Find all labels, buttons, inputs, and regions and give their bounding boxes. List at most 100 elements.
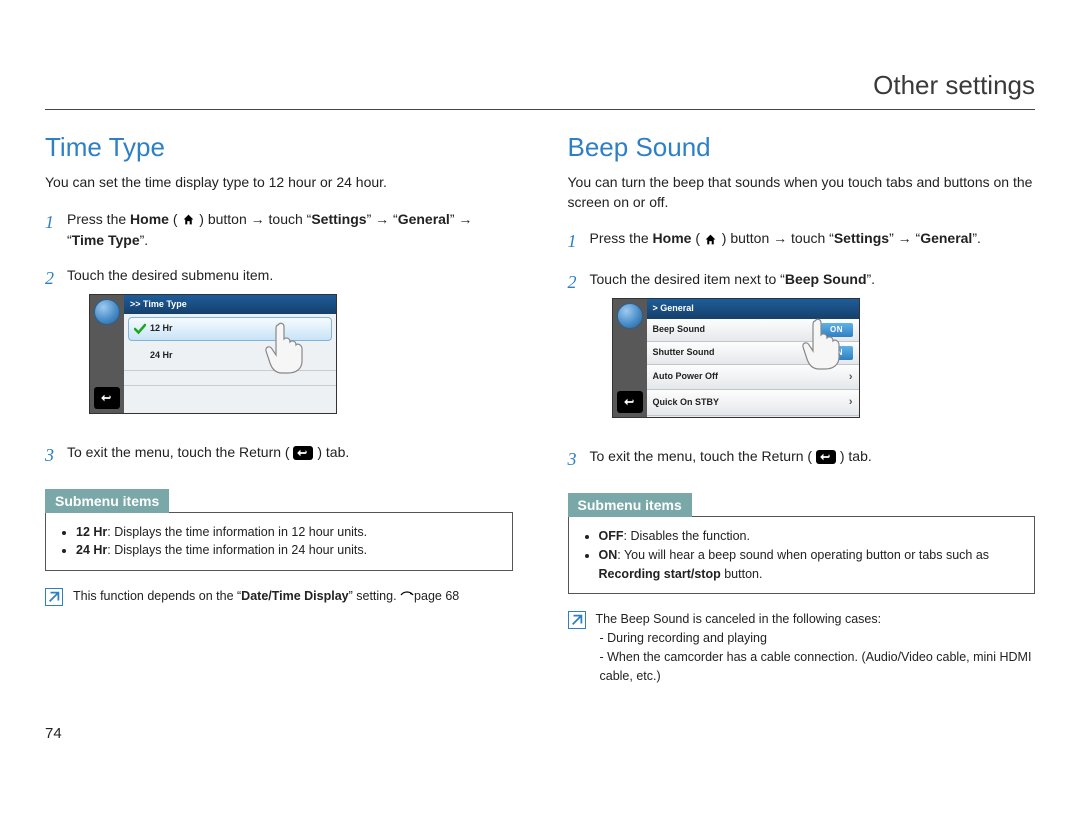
chevron-right-icon: › <box>849 369 853 386</box>
toggle-on: ON <box>821 323 853 337</box>
screenshot-row-shutter: Shutter Sound ON <box>647 342 859 365</box>
page-ref-icon <box>400 587 414 597</box>
submenu-24hr-label: 24 Hr <box>76 543 107 557</box>
submenu-12hr-label: 12 Hr <box>76 525 107 539</box>
step-2: Touch the desired submenu item. >> Time … <box>45 265 513 428</box>
submenu-12hr-text: : Displays the time information in 12 ho… <box>107 525 367 539</box>
home-icon <box>181 213 195 227</box>
intro-text: You can set the time display type to 12 … <box>45 173 513 193</box>
screenshot-row-quickonstby: Quick On STBY › <box>647 390 859 416</box>
home-icon <box>704 232 718 246</box>
step3-text-b: ) tab. <box>313 444 349 460</box>
step2-text-a: Touch the desired item next to “ <box>590 271 785 287</box>
step-1: Press the Home ( ) button → touch “Setti… <box>568 228 1036 255</box>
step2-beep-label: Beep Sound <box>785 271 867 287</box>
step1-text-b: ( <box>169 211 181 227</box>
step1-general-label: General <box>920 230 972 246</box>
intro-text: You can turn the beep that sounds when y… <box>568 173 1036 212</box>
screenshot-header: >> Time Type <box>124 295 336 315</box>
submenu-on-text3: button. <box>721 567 763 581</box>
submenu-items-label: Submenu items <box>45 489 169 513</box>
return-icon <box>816 450 836 464</box>
screenshot-time-type: >> Time Type 12 Hr 24 Hr <box>89 294 337 414</box>
screenshot-main: > General Beep Sound ON Shutter Sound ON <box>647 299 859 417</box>
screenshot-row-autopoweroff: Auto Power Off › <box>647 365 859 391</box>
step1-text-b: ( <box>691 230 703 246</box>
back-icon <box>617 391 643 413</box>
submenu-on-text2: Recording start/stop <box>599 567 721 581</box>
right-column: Beep Sound You can turn the beep that so… <box>568 132 1036 685</box>
screenshot-row-beep: Beep Sound ON <box>647 319 859 342</box>
step1-text-e: ”. <box>972 230 981 246</box>
step2-text: Touch the desired submenu item. <box>67 267 273 283</box>
page-title: Other settings <box>45 70 1035 110</box>
step1-settings-label: Settings <box>834 230 889 246</box>
note-line-1: The Beep Sound is canceled in the follow… <box>596 610 1036 629</box>
return-icon <box>293 446 313 460</box>
step1-text-c: ) button → touch “ <box>718 230 834 246</box>
step-2: Touch the desired item next to “Beep Sou… <box>568 269 1036 432</box>
submenu-off-text: : Disables the function. <box>624 529 750 543</box>
screenshot-row-12hr: 12 Hr <box>128 317 332 341</box>
steps-list: Press the Home ( ) button → touch “Setti… <box>45 209 513 469</box>
step1-home-label: Home <box>653 230 692 246</box>
note-text-b: Date/Time Display <box>241 589 348 603</box>
step3-text-b: ) tab. <box>836 448 872 464</box>
step1-text-d: ” → “ <box>889 230 920 246</box>
submenu-items-box: 12 Hr: Displays the time information in … <box>45 512 513 572</box>
note-text: The Beep Sound is canceled in the follow… <box>596 610 1036 685</box>
step1-text-c: ) button → touch “ <box>195 211 311 227</box>
step3-text-a: To exit the menu, touch the Return ( <box>67 444 293 460</box>
gear-icon <box>94 299 120 325</box>
section-heading-time-type: Time Type <box>45 132 513 163</box>
screenshot-row-24hr: 24 Hr <box>124 344 336 368</box>
note-text: This function depends on the “Date/Time … <box>73 587 459 606</box>
note: This function depends on the “Date/Time … <box>45 587 513 606</box>
step2-text-c: ”. <box>867 271 876 287</box>
step1-home-label: Home <box>130 211 169 227</box>
note-icon <box>45 588 63 606</box>
screenshot-sidebar <box>613 299 647 417</box>
screenshot-row-12hr-label: 12 Hr <box>150 322 173 336</box>
left-column: Time Type You can set the time display t… <box>45 132 513 685</box>
row-label: Beep Sound <box>653 323 706 337</box>
step1-settings-label: Settings <box>311 211 366 227</box>
screenshot-row-24hr-label: 24 Hr <box>150 349 173 363</box>
step1-text-d: ” → “ <box>367 211 398 227</box>
submenu-on-label: ON <box>599 548 618 562</box>
two-column-layout: Time Type You can set the time display t… <box>45 132 1035 685</box>
step-3: To exit the menu, touch the Return ( ) t… <box>568 446 1036 473</box>
submenu-off: OFF: Disables the function. <box>599 527 1023 546</box>
screenshot-main: >> Time Type 12 Hr 24 Hr <box>124 295 336 413</box>
note-page-ref: page 68 <box>414 589 459 603</box>
submenu-12hr: 12 Hr: Displays the time information in … <box>76 523 500 542</box>
screenshot-header: > General <box>647 299 859 319</box>
page: Other settings Time Type You can set the… <box>0 0 1080 767</box>
submenu-24hr-text: : Displays the time information in 24 ho… <box>107 543 367 557</box>
step1-text-f: ”. <box>140 232 149 248</box>
step1-timetype-label: Time Type <box>72 232 140 248</box>
back-icon <box>94 387 120 409</box>
page-number: 74 <box>45 725 1035 742</box>
note-line-3: - When the camcorder has a cable connect… <box>600 648 1036 686</box>
divider <box>124 385 336 386</box>
note-text-a: This function depends on the “ <box>73 589 241 603</box>
step1-text-a: Press the <box>590 230 653 246</box>
step1-general-label: General <box>398 211 450 227</box>
steps-list: Press the Home ( ) button → touch “Setti… <box>568 228 1036 473</box>
submenu-on: ON: You will hear a beep sound when oper… <box>599 546 1023 584</box>
chevron-right-icon: › <box>849 394 853 411</box>
submenu-on-text1: : You will hear a beep sound when operat… <box>617 548 989 562</box>
check-icon <box>134 323 146 335</box>
step3-text-a: To exit the menu, touch the Return ( <box>590 448 816 464</box>
step1-text-a: Press the <box>67 211 130 227</box>
screenshot-general: > General Beep Sound ON Shutter Sound ON <box>612 298 860 418</box>
submenu-off-label: OFF <box>599 529 624 543</box>
submenu-items-box: OFF: Disables the function. ON: You will… <box>568 516 1036 594</box>
screenshot-sidebar <box>90 295 124 413</box>
row-label: Auto Power Off <box>653 370 719 384</box>
note-text-c: ” setting. <box>349 589 400 603</box>
note: The Beep Sound is canceled in the follow… <box>568 610 1036 685</box>
step-1: Press the Home ( ) button → touch “Setti… <box>45 209 513 251</box>
submenu-24hr: 24 Hr: Displays the time information in … <box>76 541 500 560</box>
